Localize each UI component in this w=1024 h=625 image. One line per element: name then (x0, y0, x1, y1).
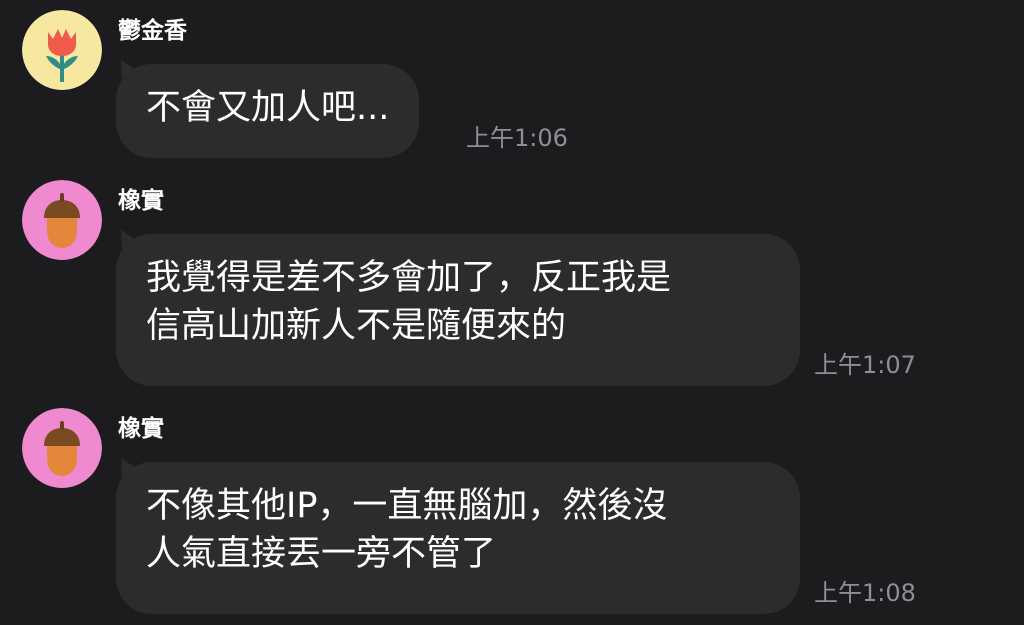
avatar[interactable] (22, 10, 102, 90)
message-text-line: 人氣直接丟一旁不管了 (146, 534, 497, 574)
message-bubble[interactable]: 我覺得是差不多會加了，反正我是 信高山加新人不是隨便來的 (115, 225, 800, 386)
message-text-line: 不像其他IP，一直無腦加，然後沒 (146, 486, 668, 526)
avatar[interactable] (22, 408, 102, 488)
sender-name: 橡實 (118, 188, 164, 214)
message-text-line: 信高山加新人不是隨便來的 (146, 306, 567, 346)
message-bubble[interactable]: 不會又加人吧... (115, 55, 420, 158)
avatar[interactable] (22, 180, 102, 260)
acorn-icon (22, 180, 102, 260)
message-timestamp: 上午1:07 (814, 351, 916, 379)
acorn-icon (22, 408, 102, 488)
tulip-icon (22, 10, 102, 90)
message-text: 不會又加人吧... (146, 88, 390, 128)
sender-name: 鬱金香 (118, 18, 187, 44)
message-bubble[interactable]: 不像其他IP，一直無腦加，然後沒 人氣直接丟一旁不管了 (115, 453, 800, 614)
message-timestamp: 上午1:06 (466, 124, 568, 152)
bubble-tail (115, 225, 139, 249)
chat-message-list: 鬱金香 不會又加人吧... 上午1:06 橡實 我覺得是差不多會加了，反正我是 … (0, 0, 1024, 625)
message-text-line: 我覺得是差不多會加了，反正我是 (146, 258, 672, 298)
bubble-tail (115, 55, 139, 79)
message-timestamp: 上午1:08 (814, 579, 916, 607)
sender-name: 橡實 (118, 416, 164, 442)
bubble-tail (115, 453, 139, 477)
